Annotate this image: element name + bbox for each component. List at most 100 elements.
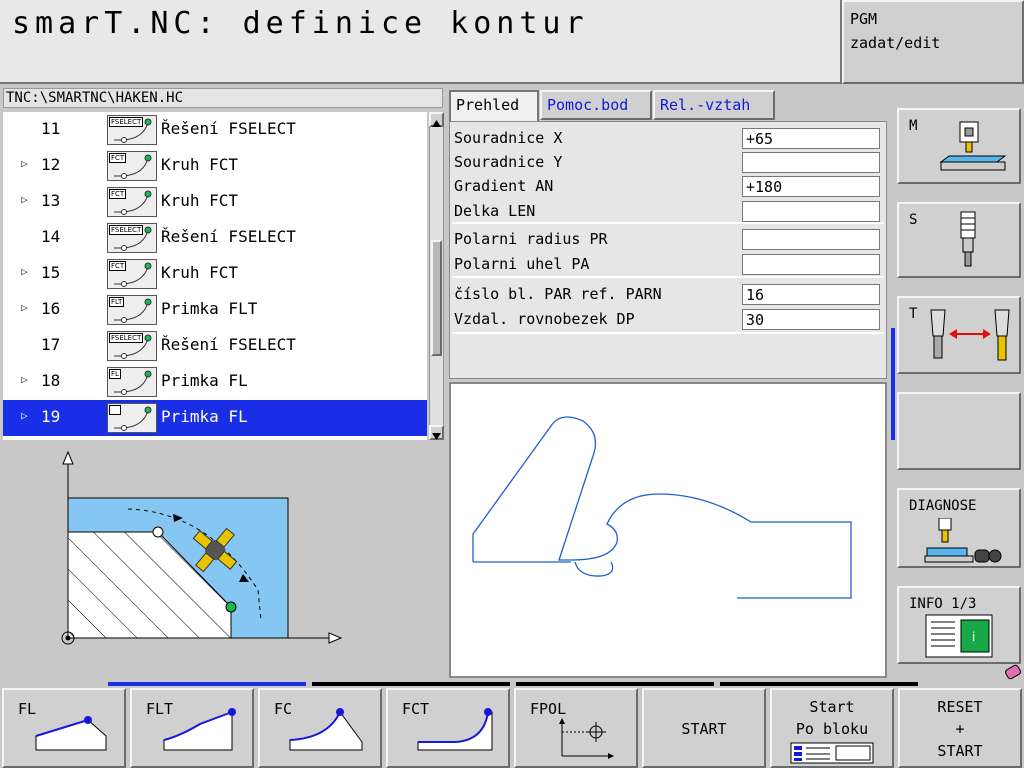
contour-element-icon: FCT <box>107 259 157 289</box>
contour-element-icon: FL <box>107 403 157 433</box>
field-row-pa: Polarni uhel PA <box>454 252 884 276</box>
info-document-icon: i <box>925 614 993 658</box>
spindle-tool-icon <box>960 211 976 267</box>
softkey-fct[interactable]: FCT <box>386 688 510 768</box>
expand-arrow-icon[interactable]: ▷ <box>21 409 28 422</box>
status-eraser-icon <box>1005 664 1021 680</box>
length-len-input[interactable] <box>742 201 880 222</box>
softkey-reset-line2: + <box>955 720 965 738</box>
tree-row[interactable]: ▷ 18 FL Primka FL <box>3 364 427 400</box>
block-number: 12 <box>41 155 61 174</box>
tree-row[interactable]: ▷ 13 FCT Kruh FCT <box>3 184 427 220</box>
scrollbar-thumb[interactable] <box>431 240 442 356</box>
scroll-down-button[interactable] <box>429 425 444 440</box>
softkey-start-block-line2: Po bloku <box>795 720 869 738</box>
field-row-x: Souradnice X +65 <box>454 126 884 150</box>
tree-row[interactable]: ▷ 16 FLT Primka FLT <box>3 292 427 328</box>
side-s-label: S <box>909 212 918 228</box>
parn-input[interactable]: 16 <box>742 284 880 305</box>
polar-pole-icon <box>559 718 614 759</box>
circle-fc-icon <box>289 708 363 751</box>
side-softkey-empty[interactable] <box>897 392 1021 470</box>
softkey-fl[interactable]: FL <box>2 688 126 768</box>
tree-row[interactable]: ▷ 15 FCT Kruh FCT <box>3 256 427 292</box>
element-label: Kruh FCT <box>161 155 239 174</box>
element-shape-icon <box>114 406 152 431</box>
element-shape-icon <box>114 334 152 359</box>
field-label: číslo bl. PAR ref. PARN <box>454 285 662 303</box>
expand-arrow-icon[interactable]: ▷ <box>21 193 28 206</box>
expand-arrow-icon[interactable]: ▷ <box>21 373 28 386</box>
dp-input[interactable]: 30 <box>742 309 880 330</box>
softkey-level-indicator-active <box>108 682 306 686</box>
field-row-parn: číslo bl. PAR ref. PARN 16 <box>454 282 884 306</box>
tree-row[interactable]: ▷11FSELECTŘešení FSELECT <box>3 112 427 148</box>
contour-path-graphic <box>472 416 852 599</box>
field-row-y: Souradnice Y <box>454 150 884 174</box>
polar-radius-input[interactable] <box>742 229 880 250</box>
field-row-len: Delka LEN <box>454 199 884 223</box>
softkey-reset-start[interactable]: RESET + START <box>898 688 1022 768</box>
field-label: Souradnice Y <box>454 153 563 171</box>
side-t-label: T <box>909 306 918 322</box>
tree-row[interactable]: ▷ 12 FCT Kruh FCT <box>3 148 427 184</box>
fl-help-illustration <box>61 450 343 645</box>
side-softkey-m[interactable]: M <box>897 108 1021 184</box>
polar-angle-input[interactable] <box>742 254 880 275</box>
contour-tree[interactable]: ▷11FSELECTŘešení FSELECT▷12FCTKruh FCT▷1… <box>3 112 427 440</box>
softkey-flt[interactable]: FLT <box>130 688 254 768</box>
softkey-start[interactable]: START <box>642 688 766 768</box>
side-info-label: INFO 1/3 <box>909 596 977 612</box>
element-label: Primka FLT <box>161 299 258 318</box>
side-softkey-s[interactable]: S <box>897 202 1021 278</box>
tab-pomoc-bod[interactable]: Pomoc.bod <box>540 90 652 120</box>
element-shape-icon <box>114 298 152 323</box>
field-label: Delka LEN <box>454 202 536 220</box>
coord-y-input[interactable] <box>742 152 880 173</box>
contour-element-icon: FSELECT <box>107 115 157 145</box>
contour-element-icon: FCT <box>107 151 157 181</box>
contour-element-icon: FL <box>107 367 157 397</box>
field-row-an: Gradient AN +180 <box>454 174 884 198</box>
block-number: 19 <box>41 407 61 426</box>
element-label: Primka FL <box>161 407 248 426</box>
coord-x-input[interactable]: +65 <box>742 128 880 149</box>
tree-row[interactable]: ▷14FSELECTŘešení FSELECT <box>3 220 427 256</box>
element-label: Řešení FSELECT <box>161 119 296 138</box>
element-shape-icon <box>114 262 152 287</box>
gradient-an-input[interactable]: +180 <box>742 176 880 197</box>
side-softkey-t[interactable]: T <box>897 296 1021 374</box>
pgm-label: PGM <box>850 10 878 28</box>
expand-arrow-icon[interactable]: ▷ <box>21 157 28 170</box>
tab-prehled[interactable]: Prehled <box>449 90 539 122</box>
file-path: TNC:\SMARTNC\HAKEN.HC <box>3 88 443 108</box>
softkey-fc[interactable]: FC <box>258 688 382 768</box>
side-softkey-info[interactable]: INFO 1/3 i <box>897 586 1021 664</box>
line-flt-icon <box>163 708 236 751</box>
softkey-fpol[interactable]: FPOL <box>514 688 638 768</box>
contour-preview[interactable] <box>449 382 887 678</box>
field-label: Gradient AN <box>454 177 554 195</box>
field-row-dp: Vzdal. rovnobezek DP 30 <box>454 307 884 331</box>
pgm-mode-label: zadat/edit <box>850 34 941 52</box>
side-softkey-diagnose[interactable]: DIAGNOSE <box>897 488 1021 568</box>
tree-row[interactable]: ▷ 19 FL Primka FL <box>3 400 427 436</box>
block-number: 15 <box>41 263 61 282</box>
side-diagnose-label: DIAGNOSE <box>909 498 977 514</box>
svg-text:i: i <box>972 630 975 644</box>
element-shape-icon <box>114 190 152 215</box>
softkey-start-block[interactable]: Start Po bloku <box>770 688 894 768</box>
tree-row[interactable]: ▷17FSELECTŘešení FSELECT <box>3 328 427 364</box>
side-scroll-indicator <box>891 328 895 440</box>
element-shape-icon <box>114 226 152 251</box>
scroll-up-button[interactable] <box>429 112 444 127</box>
block-number: 16 <box>41 299 61 318</box>
expand-arrow-icon[interactable]: ▷ <box>21 301 28 314</box>
tab-rel-vztah[interactable]: Rel.-vztah <box>653 90 775 120</box>
softkey-level-indicator <box>516 682 714 686</box>
contour-element-icon: FLT <box>107 295 157 325</box>
block-number: 13 <box>41 191 61 210</box>
element-label: Kruh FCT <box>161 263 239 282</box>
block-number: 14 <box>41 227 61 246</box>
expand-arrow-icon[interactable]: ▷ <box>21 265 28 278</box>
